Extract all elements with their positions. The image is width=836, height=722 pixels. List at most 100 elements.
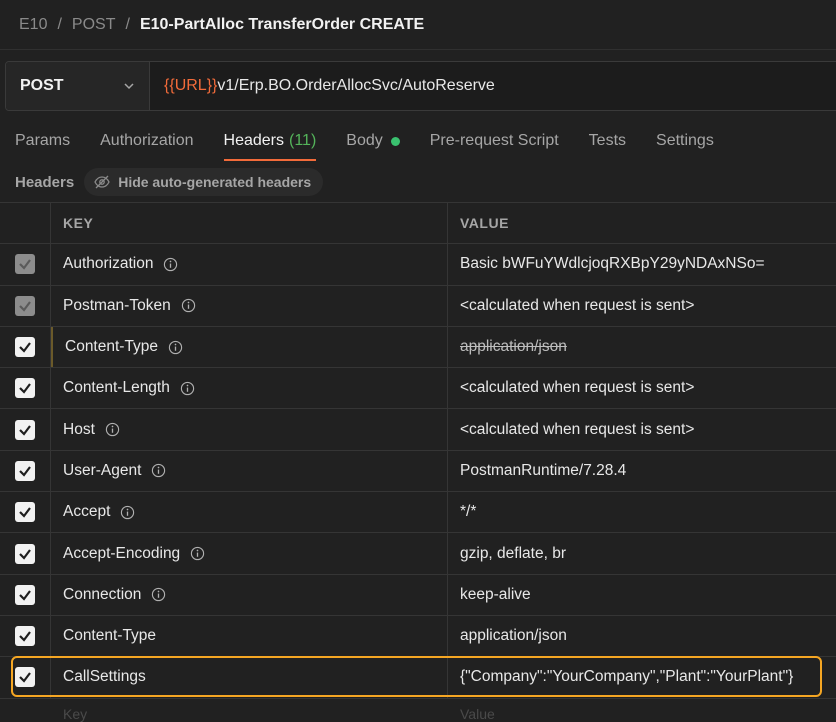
info-icon[interactable] (180, 381, 195, 396)
row-checkbox[interactable] (15, 378, 35, 399)
header-key-cell[interactable]: User-Agent (51, 450, 448, 492)
info-icon[interactable] (181, 298, 196, 313)
row-checkbox[interactable] (15, 584, 35, 605)
header-value: */* (460, 503, 477, 521)
info-icon[interactable] (168, 340, 183, 355)
breadcrumb: E10 / POST / E10-PartAlloc TransferOrder… (0, 0, 836, 50)
check-icon (19, 301, 31, 312)
info-icon[interactable] (190, 546, 205, 561)
header-value: {"Company":"YourCompany","Plant":"YourPl… (460, 668, 794, 686)
header-value-cell[interactable]: keep-alive (448, 575, 836, 615)
header-value: <calculated when request is sent> (460, 420, 695, 438)
header-value-cell[interactable]: application/json (448, 327, 836, 367)
row-checkbox[interactable] (15, 337, 35, 358)
row-checkbox[interactable] (15, 543, 35, 564)
header-value: gzip, deflate, br (460, 544, 566, 562)
header-value-cell[interactable]: <calculated when request is sent> (448, 409, 836, 449)
header-key-cell[interactable]: Content-Type (51, 615, 448, 657)
header-key-cell[interactable]: Content-Type (51, 326, 448, 368)
header-value: <calculated when request is sent> (460, 379, 695, 397)
header-value-cell[interactable]: <calculated when request is sent> (448, 368, 836, 408)
body-indicator-dot (390, 136, 400, 146)
row-checkbox[interactable] (15, 419, 35, 440)
row-checkbox[interactable] (15, 502, 35, 523)
tab-settings[interactable]: Settings (656, 120, 714, 162)
header-key-cell[interactable]: Connection (51, 574, 448, 615)
breadcrumb-folder[interactable]: POST (72, 16, 116, 34)
hide-auto-generated-button[interactable]: Hide auto-generated headers (84, 168, 324, 196)
checkbox-cell (0, 244, 51, 285)
header-key: Content-Type (63, 627, 157, 645)
header-key-cell[interactable]: Content-Length (51, 368, 448, 409)
header-value-overridden: application/json (460, 338, 567, 356)
row-checkbox[interactable] (15, 667, 35, 688)
breadcrumb-collection[interactable]: E10 (19, 16, 47, 34)
tab-prerequest-script[interactable]: Pre-request Script (430, 120, 559, 162)
check-icon (19, 507, 31, 518)
tab-headers[interactable]: Headers (11) (223, 120, 316, 162)
checkbox-cell (0, 615, 51, 657)
new-key-placeholder[interactable]: Key (0, 698, 448, 722)
row-checkbox[interactable] (15, 626, 35, 647)
info-icon[interactable] (151, 463, 166, 478)
tab-body[interactable]: Body (346, 120, 400, 162)
header-checkbox-column (0, 203, 51, 244)
header-value-cell[interactable]: */* (448, 492, 836, 532)
table-row-callsettings: CallSettings {"Company":"YourCompany","P… (0, 657, 836, 699)
new-value-placeholder[interactable]: Value (448, 698, 495, 722)
row-checkbox[interactable] (15, 254, 35, 275)
tab-label: Params (15, 132, 71, 149)
table-header-row: KEY VALUE (0, 203, 836, 245)
table-row: Content-Type application/json (0, 615, 836, 658)
header-key-cell[interactable]: Postman-Token (51, 285, 448, 326)
row-checkbox[interactable] (15, 295, 35, 316)
table-row: Content-Type application/json (0, 326, 836, 369)
check-icon (19, 548, 31, 560)
tab-authorization[interactable]: Authorization (100, 120, 193, 162)
row-checkbox[interactable] (15, 460, 35, 481)
tab-label: Tests (588, 132, 627, 149)
chevron-down-icon (124, 83, 134, 90)
tab-params[interactable]: Params (15, 120, 70, 162)
header-value-cell[interactable]: application/json (448, 616, 836, 656)
header-key-cell[interactable]: CallSettings (51, 657, 448, 698)
header-value: application/json (460, 627, 567, 645)
header-key-cell[interactable]: Host (51, 409, 448, 450)
header-value-cell[interactable]: Basic bWFuYWdlcjoqRXBpY29yNDAxNSo= (448, 244, 836, 284)
column-header-value: VALUE (460, 215, 509, 232)
check-icon (19, 631, 31, 642)
check-icon (19, 424, 31, 436)
header-key: CallSettings (63, 668, 146, 686)
request-title[interactable]: E10-PartAlloc TransferOrder CREATE (140, 16, 424, 34)
header-key: Accept (63, 503, 111, 521)
info-icon[interactable] (120, 505, 135, 520)
info-icon[interactable] (151, 587, 166, 602)
breadcrumb-separator: / (57, 15, 62, 33)
info-icon[interactable] (105, 422, 120, 437)
checkbox-cell (0, 368, 51, 409)
header-value-cell[interactable]: PostmanRuntime/7.28.4 (448, 451, 836, 491)
header-key: Accept-Encoding (63, 544, 181, 562)
header-key: Host (63, 420, 95, 438)
breadcrumb-separator: / (125, 15, 130, 33)
header-key: Postman-Token (63, 296, 171, 314)
checkbox-cell (0, 285, 51, 326)
tab-label: Pre-request Script (429, 132, 559, 149)
info-icon[interactable] (163, 257, 178, 272)
url-variable: {{URL}} (164, 77, 218, 94)
url-input[interactable]: {{URL}} v1/Erp.BO.OrderAllocSvc/AutoRese… (150, 62, 836, 110)
header-value-cell[interactable]: gzip, deflate, br (448, 533, 836, 573)
table-row: Content-Length <calculated when request … (0, 368, 836, 410)
header-key-cell[interactable]: Authorization (51, 244, 448, 285)
tab-label: Authorization (100, 132, 194, 149)
check-icon (19, 383, 31, 395)
header-value-cell[interactable]: {"Company":"YourCompany","Plant":"YourPl… (448, 657, 836, 697)
header-key-cell[interactable]: Accept (51, 492, 448, 533)
header-key-cell[interactable]: Accept-Encoding (51, 533, 448, 574)
header-value-cell[interactable]: <calculated when request is sent> (448, 286, 836, 326)
header-value: Basic bWFuYWdlcjoqRXBpY29yNDAxNSo= (460, 255, 765, 273)
table-row: Postman-Token <calculated when request i… (0, 285, 836, 327)
tab-label: Body (346, 132, 383, 149)
method-select[interactable]: POST (6, 62, 150, 110)
tab-tests[interactable]: Tests (589, 120, 626, 162)
